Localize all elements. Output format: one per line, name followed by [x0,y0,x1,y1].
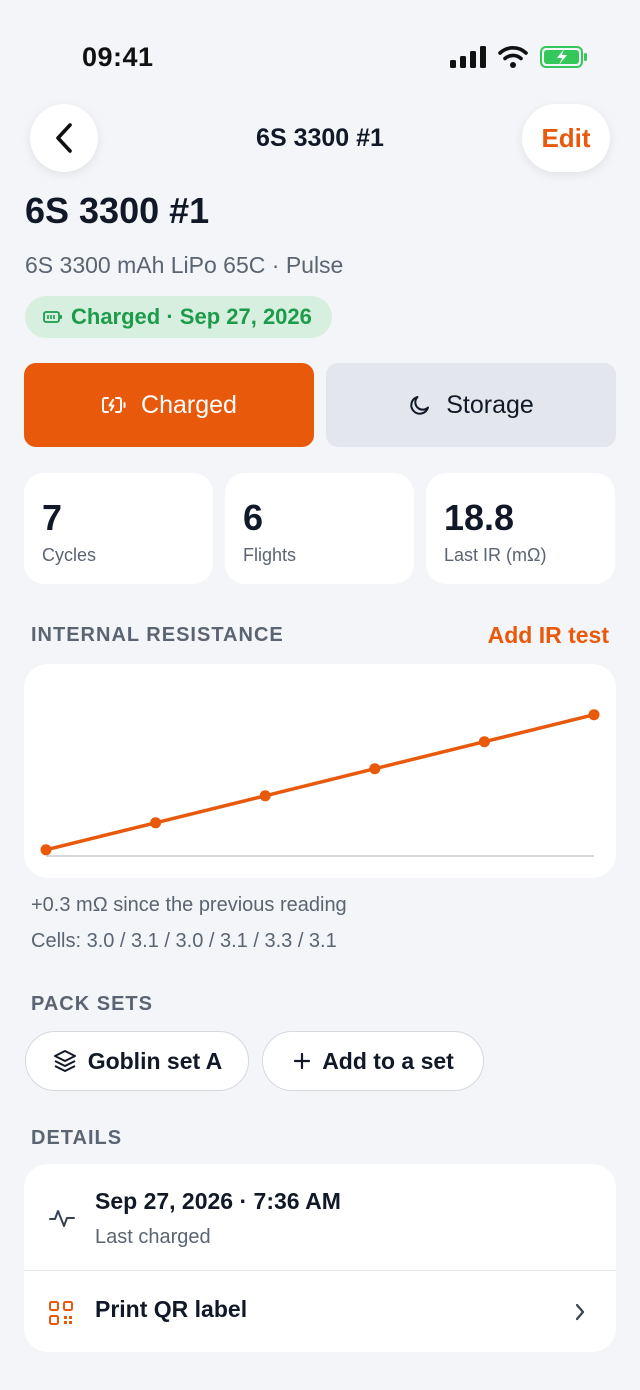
status-icons [450,46,588,68]
stat-label: Last IR (mΩ) [444,545,547,565]
ir-chart [24,664,616,878]
stat-value: 7 [42,497,63,538]
nav-bar: 6S 3300 #1 Edit [0,104,640,172]
status-badge: Charged · Sep 27, 2026 [25,296,332,338]
activity-icon [49,1210,75,1227]
pack-sets-header: PACK SETS [31,993,153,1015]
page-title: 6S 3300 #1 [25,190,210,231]
edit-button[interactable]: Edit [522,104,610,172]
print-qr-label: Print QR label [95,1296,248,1322]
stat-card-cycles: 7 Cycles [24,473,213,584]
ir-data-point [40,844,52,856]
status-bar: 09:41 [0,0,640,100]
pack-set-chip[interactable]: Goblin set A [25,1031,249,1091]
battery-charging-icon [102,397,126,413]
charged-mode-button[interactable]: Charged [24,363,314,447]
ir-data-point [369,763,381,775]
print-qr-row[interactable]: Print QR label [24,1272,616,1352]
ir-data-point [478,736,490,748]
pack-set-label: Goblin set A [87,1047,223,1074]
storage-mode-label: Storage [446,390,534,419]
ir-chart-svg [40,709,600,857]
ir-delta-note: +0.3 mΩ since the previous reading [31,894,347,916]
stat-card-last-ir: 18.8 Last IR (mΩ) [426,473,615,584]
moon-icon [410,396,430,415]
cells-note: Cells: 3.0 / 3.1 / 3.0 / 3.1 / 3.3 / 3.1 [31,930,337,952]
battery-icon [540,46,587,68]
battery-small-icon [43,311,62,323]
details-header: DETAILS [31,1127,123,1149]
last-charged-row: Sep 27, 2026 · 7:36 AM Last charged [24,1164,616,1271]
details-card: Sep 27, 2026 · 7:36 AM Last charged Prin… [24,1164,616,1352]
stat-value: 6 [243,497,264,538]
add-to-set-button[interactable]: Add to a set [262,1031,484,1091]
add-to-set-label: Add to a set [322,1047,454,1074]
add-ir-test-link[interactable]: Add IR test [488,622,609,649]
qr-code-icon [49,1301,73,1325]
stat-value: 18.8 [444,497,515,538]
chevron-right-icon [575,1303,585,1321]
ir-data-point [150,817,162,829]
last-charged-value: Sep 27, 2026 · 7:36 AM [95,1188,341,1214]
battery-description: 6S 3300 mAh LiPo 65C · Pulse [25,252,344,278]
plus-icon [294,1052,311,1070]
status-badge-label: Charged · Sep 27, 2026 [71,304,312,329]
stat-label: Cycles [42,545,97,565]
storage-mode-button[interactable]: Storage [326,363,616,447]
stat-card-flights: 6 Flights [225,473,414,584]
stat-label: Flights [243,545,297,565]
wifi-icon [498,46,528,68]
charged-mode-label: Charged [141,390,237,419]
ir-series-line [45,713,595,852]
ir-data-point [588,709,600,721]
layers-icon [53,1050,76,1072]
ir-section-header: INTERNAL RESISTANCE [31,624,284,646]
signal-icon [450,46,486,68]
last-charged-label: Last charged [95,1226,211,1248]
status-time: 09:41 [82,42,154,72]
ir-data-point [259,790,271,802]
